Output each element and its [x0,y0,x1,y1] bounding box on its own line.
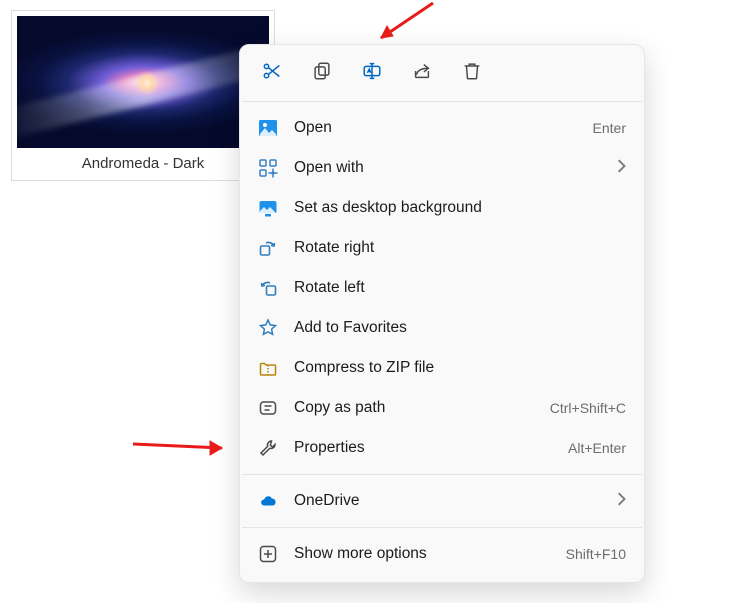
picture-icon [258,118,278,138]
apps-icon [258,158,278,178]
menu-item-label: Rotate right [294,239,626,257]
menu-compress-zip[interactable]: Compress to ZIP file [240,348,644,388]
menu-item-label: Compress to ZIP file [294,359,626,377]
rename-button[interactable] [358,59,386,87]
menu-separator [242,474,642,475]
copy-icon [311,60,333,87]
chevron-right-icon [616,492,626,511]
menu-open-with[interactable]: Open with [240,148,644,188]
share-button[interactable] [408,59,436,87]
file-tile[interactable]: Andromeda - Dark [11,10,275,181]
file-thumbnail [17,16,269,148]
more-options-icon [258,544,278,564]
annotation-arrow-side [130,432,240,460]
menu-rotate-right[interactable]: Rotate right [240,228,644,268]
menu-set-background[interactable]: Set as desktop background [240,188,644,228]
file-name-label: Andromeda - Dark [17,148,269,172]
menu-separator [242,101,642,102]
copy-path-icon [258,398,278,418]
menu-item-label: Copy as path [294,399,550,417]
delete-button[interactable] [458,59,486,87]
menu-onedrive[interactable]: OneDrive [240,481,644,521]
menu-item-label: Properties [294,439,568,457]
scissors-icon [261,60,283,87]
menu-copy-path[interactable]: Copy as path Ctrl+Shift+C [240,388,644,428]
context-menu: Open Enter Open with Set as desktop back… [239,44,645,583]
menu-item-label: Show more options [294,545,566,563]
menu-item-label: Rotate left [294,279,626,297]
share-icon [411,60,433,87]
onedrive-icon [258,491,278,511]
trash-icon [461,60,483,87]
cut-button[interactable] [258,59,286,87]
annotation-arrow-top [363,0,443,50]
copy-button[interactable] [308,59,336,87]
rotate-right-icon [258,238,278,258]
menu-open[interactable]: Open Enter [240,108,644,148]
menu-add-favorites[interactable]: Add to Favorites [240,308,644,348]
wrench-icon [258,438,278,458]
menu-show-more[interactable]: Show more options Shift+F10 [240,534,644,574]
menu-item-shortcut: Alt+Enter [568,440,626,456]
menu-item-label: Set as desktop background [294,199,626,217]
zip-icon [258,358,278,378]
context-toolbar [240,45,644,99]
menu-item-label: Add to Favorites [294,319,626,337]
menu-item-label: Open with [294,159,616,177]
menu-item-shortcut: Enter [593,120,626,136]
chevron-right-icon [616,159,626,178]
menu-rotate-left[interactable]: Rotate left [240,268,644,308]
star-icon [258,318,278,338]
menu-item-shortcut: Ctrl+Shift+C [550,400,626,416]
desktop-background-icon [258,198,278,218]
menu-separator [242,527,642,528]
rotate-left-icon [258,278,278,298]
menu-item-label: Open [294,119,593,137]
menu-item-shortcut: Shift+F10 [566,546,626,562]
rename-icon [361,60,383,87]
menu-properties[interactable]: Properties Alt+Enter [240,428,644,468]
menu-item-label: OneDrive [294,492,616,510]
